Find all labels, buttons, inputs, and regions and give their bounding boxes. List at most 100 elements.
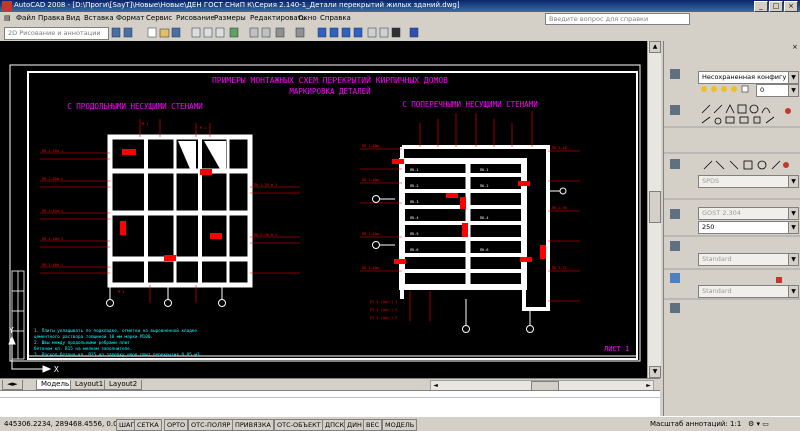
lineweight-toggle[interactable]: ВЕС xyxy=(363,419,383,431)
left-plan-caption: С ПРОДОЛЬНЫМИ НЕСУЩИМИ СТЕНАМИ xyxy=(67,102,202,111)
dashboard-palette: × Несохраненная конфигу ▼ 0 ▼ SPDS ▼ GOS… xyxy=(663,41,800,416)
menu-icon[interactable]: ▤ xyxy=(4,14,11,22)
menu-window[interactable]: Окно xyxy=(298,14,317,22)
svg-text:ПК-1: ПК-1 xyxy=(480,168,488,172)
svg-text:ПК 1-35: ПК 1-35 xyxy=(552,266,567,270)
svg-text:2. Швы между продольными ребра: 2. Швы между продольными ребрами плит xyxy=(34,339,130,346)
drawing-title: ПРИМЕРЫ МОНТАЖНЫХ СХЕМ ПЕРЕКРЫТИЙ КИРПИЧ… xyxy=(212,74,448,85)
scroll-left-arrow-icon[interactable]: ◄ xyxy=(431,381,440,390)
svg-text:ПК 1-44м: ПК 1-44м xyxy=(362,232,380,236)
pan-icon[interactable] xyxy=(317,27,327,38)
svg-text:ПК 1-48: ПК 1-48 xyxy=(552,146,567,150)
standard-toolbar: 2D Рисование и аннотации xyxy=(0,25,660,42)
3d-dwf-icon[interactable] xyxy=(229,27,239,38)
sheet-number: ЛИСТ 1 xyxy=(604,345,629,353)
grid-toggle[interactable]: СЕТКА xyxy=(134,419,162,431)
svg-text:ПК-5: ПК-5 xyxy=(410,232,418,236)
dyn-toggle[interactable]: ДИН xyxy=(344,419,365,431)
tab-nav-icon[interactable]: ◄► xyxy=(2,380,23,390)
zoom-window-icon[interactable] xyxy=(341,27,351,38)
menu-dimensions[interactable]: Размеры xyxy=(214,14,246,22)
svg-text:М 2: М 2 xyxy=(200,126,206,130)
minimize-button[interactable]: _ xyxy=(754,1,768,12)
otrack-toggle[interactable]: ОТС-ОБЪЕКТ xyxy=(274,419,324,431)
save-icon[interactable] xyxy=(171,27,181,38)
left-floor-plan: ПК 1-35м 1 ПК 2-30м 2 ПК 1-44м 1 ПК 3-10м … xyxy=(40,119,300,307)
scroll-down-arrow-icon[interactable]: ▼ xyxy=(649,366,661,378)
svg-text:ПК-1: ПК-1 xyxy=(410,168,418,172)
svg-text:ПК-4: ПК-4 xyxy=(410,216,418,220)
menu-insert[interactable]: Вставка xyxy=(84,14,114,22)
drawing-notes: 1. Плиты укладывать по подкладке, отметк… xyxy=(34,328,202,358)
zoom-previous-icon[interactable] xyxy=(353,27,363,38)
redo-icon[interactable] xyxy=(295,27,305,38)
config-select[interactable]: Несохраненная конфигу ▼ xyxy=(698,71,799,84)
table-style-select[interactable]: Standard ▼ xyxy=(698,285,799,298)
tab-layout2[interactable]: Layout2 xyxy=(104,380,143,390)
2d-navigate-icon xyxy=(670,303,680,313)
maximize-button[interactable]: □ xyxy=(769,1,783,12)
plot-preview-icon[interactable] xyxy=(203,27,213,38)
publish-icon[interactable] xyxy=(215,27,225,38)
menu-format[interactable]: Формат xyxy=(116,14,144,22)
design-center-icon[interactable] xyxy=(379,27,389,38)
polar-toggle[interactable]: ОТС-ПОЛЯР xyxy=(188,419,234,431)
undo-icon[interactable] xyxy=(275,27,285,38)
text-height-select[interactable]: 250 ▼ xyxy=(698,221,799,234)
menu-draw[interactable]: Рисование xyxy=(176,14,215,22)
help-search-input[interactable]: Введите вопрос для справки xyxy=(545,13,690,25)
scroll-right-arrow-icon[interactable]: ► xyxy=(644,381,653,390)
plot-icon[interactable] xyxy=(191,27,201,38)
layer-on-icon xyxy=(701,86,707,92)
annotation-scale[interactable]: Масштаб аннотаций: 1:1 xyxy=(650,420,741,428)
autocad-app-icon[interactable] xyxy=(2,1,12,11)
help-icon[interactable] xyxy=(409,27,419,38)
command-line[interactable] xyxy=(0,390,660,417)
svg-text:ПТ 2 (2шт.) 2: ПТ 2 (2шт.) 2 xyxy=(370,308,397,312)
tab-layout1[interactable]: Layout1 xyxy=(70,380,109,390)
title-bar: AutoCAD 2008 - [D:\Проги\[SayT]\Новые\Но… xyxy=(0,0,800,12)
multileader-style-select[interactable]: Standard ▼ xyxy=(698,253,799,266)
svg-text:ПК-4: ПК-4 xyxy=(480,216,488,220)
menu-help[interactable]: Справка xyxy=(320,14,351,22)
new-file-icon[interactable] xyxy=(147,27,157,38)
close-button[interactable]: × xyxy=(784,1,798,12)
svg-text:ПК 1-46м 1: ПК 1-46м 1 xyxy=(42,263,63,267)
menu-file[interactable]: Файл xyxy=(16,14,35,22)
window-title: AutoCAD 2008 - [D:\Проги\[SayT]\Новые\Но… xyxy=(14,1,460,9)
model-toggle[interactable]: МОДЕЛЬ xyxy=(382,419,418,431)
workspace-settings-icon[interactable] xyxy=(111,27,121,38)
workspace-manage-icon[interactable] xyxy=(123,27,133,38)
tab-model[interactable]: Модель xyxy=(36,380,75,390)
menu-tools[interactable]: Сервис xyxy=(146,14,172,22)
calculator-icon[interactable] xyxy=(391,27,401,38)
properties-icon[interactable] xyxy=(367,27,377,38)
svg-text:бетоном кл. В15 на мелком запо: бетоном кл. В15 на мелком заполнителе. xyxy=(34,345,132,352)
multileader-panel-icon xyxy=(670,241,680,251)
right-floor-plan: ПК 1-48м ПК 2-30м ПК 1-44м ПК 3-10м ПК 1-4… xyxy=(360,111,580,333)
svg-text:ПК 2-30 м 2: ПК 2-30 м 2 xyxy=(254,233,277,237)
dimstyle-select[interactable]: SPDS ▼ xyxy=(698,175,799,188)
vertical-scroll-thumb[interactable] xyxy=(649,191,661,223)
coordinates-readout: 445306.2234, 289468.4556, 0.0000 xyxy=(4,420,131,428)
svg-text:ПК-2: ПК-2 xyxy=(410,184,418,188)
status-tray-icons[interactable]: ⚙ ▾ ▭ xyxy=(748,420,769,428)
layer-select[interactable]: 0 ▼ xyxy=(756,84,799,97)
scroll-up-arrow-icon[interactable]: ▲ xyxy=(649,41,661,53)
drawing-canvas[interactable]: ПРИМЕРЫ МОНТАЖНЫХ СХЕМ ПЕРЕКРЫТИЙ КИРПИЧ… xyxy=(0,41,647,378)
status-bar: 445306.2234, 289468.4556, 0.0000 ШАГ СЕТ… xyxy=(0,416,800,431)
open-folder-icon[interactable] xyxy=(159,28,170,38)
svg-text:ПК 1-35м 1: ПК 1-35м 1 xyxy=(42,149,63,153)
right-plan-caption: С ПОПЕРЕЧНЫМИ НЕСУЩИМИ СТЕНАМИ xyxy=(402,100,537,109)
annotation-scale-icon xyxy=(670,159,680,169)
vertical-scrollbar[interactable]: ▲ ▼ xyxy=(647,41,661,378)
zoom-realtime-icon[interactable] xyxy=(329,27,339,38)
ortho-toggle[interactable]: ОРТО xyxy=(164,419,189,431)
menu-edit[interactable]: Правка xyxy=(38,14,65,22)
osnap-toggle[interactable]: ПРИВЯЗКА xyxy=(232,419,274,431)
textstyle-select[interactable]: GOST 2.304 ▼ xyxy=(698,207,799,220)
cut-icon[interactable] xyxy=(249,27,259,38)
copy-icon[interactable] xyxy=(261,27,271,38)
menu-view[interactable]: Вид xyxy=(66,14,80,22)
svg-text:ПК 1-44м 1: ПК 1-44м 1 xyxy=(42,209,63,213)
